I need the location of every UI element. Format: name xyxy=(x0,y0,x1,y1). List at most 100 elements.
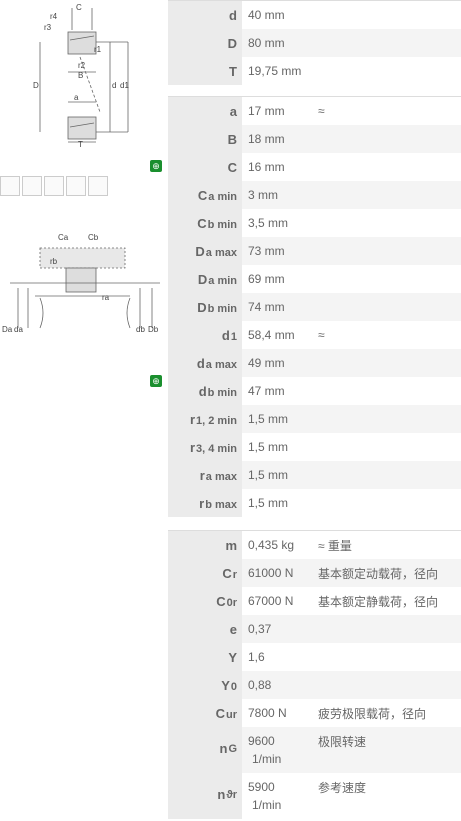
property-value: 1,5 mm xyxy=(242,405,318,433)
property-note xyxy=(318,265,461,293)
value-text: 7800 N xyxy=(248,706,287,720)
dim-label: Cb xyxy=(88,233,99,242)
value-text: 18 mm xyxy=(248,132,285,146)
dim-label: a xyxy=(74,93,79,102)
property-symbol: n ϑr xyxy=(168,773,242,819)
property-symbol: m xyxy=(168,531,242,559)
symbol-main: r xyxy=(199,467,205,483)
property-symbol: e xyxy=(168,615,242,643)
dim-label: r1 xyxy=(94,45,102,54)
symbol-sub: a min xyxy=(208,275,237,287)
property-row: Da max 73 mm xyxy=(168,237,461,265)
property-row: Y 0 0,88 xyxy=(168,671,461,699)
dim-label: r4 xyxy=(50,12,58,21)
property-symbol: r 1, 2 min xyxy=(168,405,242,433)
disabled-tool-icon[interactable] xyxy=(44,176,64,196)
property-value: 3 mm xyxy=(242,181,318,209)
property-note xyxy=(318,181,461,209)
temperature-tool-icon[interactable] xyxy=(66,176,86,196)
property-symbol: da max xyxy=(168,349,242,377)
value-text: 1,5 mm xyxy=(248,468,289,482)
property-symbol: B xyxy=(168,125,242,153)
value-text: 67000 N xyxy=(248,594,294,608)
property-symbol: C xyxy=(168,153,242,181)
unit-text: 1/min xyxy=(252,798,282,812)
property-note xyxy=(318,57,461,85)
property-note xyxy=(318,489,461,517)
property-row: Cb min 3,5 mm xyxy=(168,209,461,237)
property-value: 1,5 mm xyxy=(242,433,318,461)
property-note xyxy=(318,1,461,29)
property-value: 49 mm xyxy=(242,349,318,377)
dim-label: da xyxy=(14,325,23,334)
symbol-main: d xyxy=(198,383,207,399)
property-row: T 19,75 mm xyxy=(168,57,461,85)
symbol-main: D xyxy=(195,243,205,259)
value-text: 61000 N xyxy=(248,566,294,580)
property-row: Db min 74 mm xyxy=(168,293,461,321)
symbol-main: r xyxy=(189,439,196,455)
symbol-main: Y xyxy=(221,677,230,693)
property-value: 61000 N xyxy=(242,559,318,587)
property-symbol: C 0r xyxy=(168,587,242,615)
load-tool-icon[interactable] xyxy=(0,176,20,196)
property-note xyxy=(318,671,461,699)
dim-label: rb xyxy=(50,257,58,266)
symbol-main: Y xyxy=(228,649,237,665)
property-value: 1,6 xyxy=(242,643,318,671)
property-symbol: db min xyxy=(168,377,242,405)
property-row: m 0,435 kg ≈ 重量 xyxy=(168,531,461,559)
property-row: a 17 mm ≈ xyxy=(168,97,461,125)
symbol-sub: b min xyxy=(207,219,237,231)
property-note xyxy=(318,237,461,265)
property-value: 17 mm xyxy=(242,97,318,125)
symbol-main: n xyxy=(217,787,226,802)
property-value: 0,88 xyxy=(242,671,318,699)
property-row: db min 47 mm xyxy=(168,377,461,405)
property-row: da max 49 mm xyxy=(168,349,461,377)
property-row: Ca min 3 mm xyxy=(168,181,461,209)
property-note xyxy=(318,153,461,181)
lubrication-tool-icon[interactable] xyxy=(88,176,108,196)
property-note xyxy=(318,125,461,153)
property-symbol: ra max xyxy=(168,461,242,489)
property-symbol: Da max xyxy=(168,237,242,265)
symbol-sub: 1, 2 min xyxy=(196,415,237,427)
dim-label: d1 xyxy=(120,81,129,90)
property-note xyxy=(318,377,461,405)
property-note xyxy=(318,349,461,377)
value-text: 0,88 xyxy=(248,678,272,692)
symbol-sub: r xyxy=(232,569,237,581)
value-text: 3 mm xyxy=(248,188,278,202)
symbol-main: d xyxy=(221,327,230,343)
dim-label: D xyxy=(33,81,39,90)
value-text: 9600 xyxy=(248,734,275,748)
property-value: 0,435 kg xyxy=(242,531,318,559)
property-row: n ϑr 5900 1/min 参考速度 xyxy=(168,773,461,819)
value-text: 47 mm xyxy=(248,384,285,398)
property-value: 18 mm xyxy=(242,125,318,153)
zoom-icon-2[interactable]: ⊕ xyxy=(150,375,162,387)
dim-label: d xyxy=(112,81,116,90)
property-value: 40 mm xyxy=(242,1,318,29)
value-text: 74 mm xyxy=(248,300,285,314)
value-text: 1,6 xyxy=(248,650,265,664)
property-symbol: d1 xyxy=(168,321,242,349)
symbol-sub: 1 xyxy=(230,331,237,343)
symbol-main: r xyxy=(199,495,205,511)
property-row: C 0r 67000 N 基本额定静载荷，径向 xyxy=(168,587,461,615)
property-note xyxy=(318,615,461,643)
property-row: B 18 mm xyxy=(168,125,461,153)
symbol-sub: ur xyxy=(226,709,237,721)
property-value: 67000 N xyxy=(242,587,318,615)
symbol-main: r xyxy=(189,411,196,427)
property-row: Da min 69 mm xyxy=(168,265,461,293)
property-note xyxy=(318,29,461,57)
symbol-main: C xyxy=(197,187,208,203)
axial-tool-icon[interactable] xyxy=(22,176,42,196)
symbol-sub: a max xyxy=(205,359,237,371)
dim-label: Ca xyxy=(58,233,69,242)
symbol-sub: a max xyxy=(205,471,237,483)
zoom-icon-1[interactable]: ⊕ xyxy=(150,160,162,172)
property-value: 16 mm xyxy=(242,153,318,181)
